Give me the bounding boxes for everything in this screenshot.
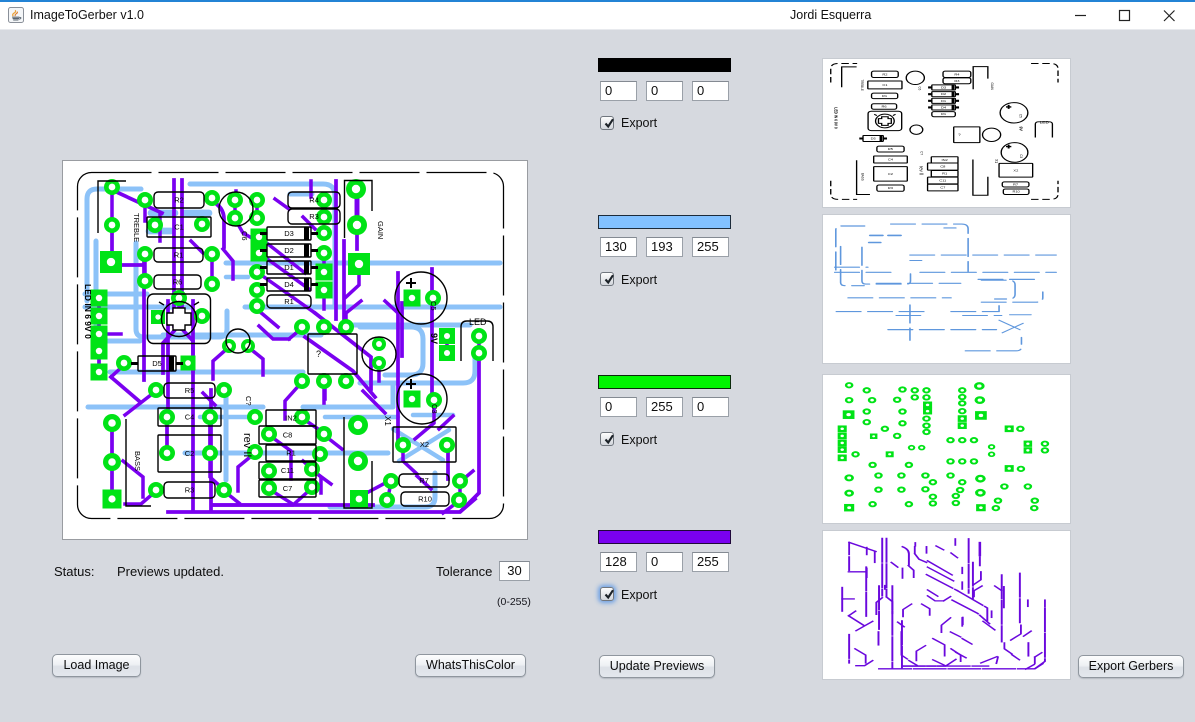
- svg-text:IN2: IN2: [942, 158, 948, 161]
- svg-text:R1: R1: [286, 449, 296, 458]
- svg-text:C3: C3: [1019, 154, 1024, 158]
- svg-text:D3: D3: [941, 86, 946, 89]
- svg-text:C?: C?: [244, 396, 253, 406]
- svg-text:R4: R4: [954, 73, 959, 76]
- svg-text:LED IN 6 9V 0: LED IN 6 9V 0: [83, 284, 93, 339]
- svg-text:X2: X2: [1013, 169, 1018, 172]
- svg-text:C8: C8: [283, 431, 293, 440]
- svg-text:D1: D1: [284, 263, 294, 272]
- svg-text:C5: C5: [429, 301, 438, 311]
- svg-text:C6: C6: [917, 86, 922, 90]
- svg-text:D2: D2: [941, 93, 946, 96]
- svg-text:GAIN: GAIN: [376, 221, 385, 239]
- svg-text:C8: C8: [940, 165, 945, 168]
- svg-text:BASS: BASS: [860, 173, 865, 181]
- svg-text:D2: D2: [284, 246, 294, 255]
- svg-text:rev II: rev II: [917, 166, 924, 176]
- svg-text:R5: R5: [185, 386, 195, 395]
- svg-text:D4: D4: [284, 280, 294, 289]
- svg-text:X1: X1: [383, 416, 392, 426]
- svg-text:R1: R1: [941, 113, 946, 116]
- svg-text:R3: R3: [309, 212, 319, 221]
- svg-text:R1: R1: [174, 251, 184, 260]
- svg-text:R4: R4: [309, 196, 319, 205]
- svg-text:R1: R1: [942, 172, 947, 175]
- svg-text:9V: 9V: [1018, 127, 1024, 131]
- svg-text:C3: C3: [430, 404, 439, 414]
- svg-text:D1: D1: [941, 99, 946, 102]
- svg-text:X2: X2: [420, 440, 429, 449]
- svg-text:GAIN: GAIN: [990, 83, 995, 91]
- svg-text:R3: R3: [185, 486, 195, 495]
- svg-text:R7: R7: [419, 476, 429, 485]
- svg-text:C7: C7: [940, 186, 945, 189]
- svg-text:C7: C7: [283, 484, 293, 493]
- svg-text:C1: C1: [882, 83, 887, 86]
- svg-text:BASS: BASS: [133, 451, 142, 471]
- svg-text:D3: D3: [284, 229, 294, 238]
- svg-text:X1: X1: [994, 159, 999, 163]
- svg-text:C2: C2: [185, 449, 195, 458]
- svg-text:C1: C1: [174, 223, 184, 232]
- svg-text:9V: 9V: [429, 333, 439, 344]
- svg-text:R3: R3: [888, 187, 893, 190]
- svg-text:?: ?: [316, 349, 321, 359]
- svg-text:R1: R1: [284, 297, 294, 306]
- svg-text:C4: C4: [888, 158, 893, 161]
- svg-text:rev II: rev II: [241, 433, 253, 457]
- svg-text:IN2: IN2: [285, 414, 297, 423]
- svg-text:C?: C?: [919, 151, 924, 155]
- svg-text:R6: R6: [173, 278, 183, 287]
- svg-text:LED IN 6 9V 0: LED IN 6 9V 0: [834, 107, 840, 129]
- svg-text:D4: D4: [941, 106, 946, 109]
- svg-text:D5: D5: [871, 137, 876, 140]
- svg-text:R10: R10: [1012, 190, 1019, 193]
- svg-text:TREBLE: TREBLE: [132, 213, 141, 242]
- svg-text:LED: LED: [1040, 120, 1049, 124]
- svg-text:R6: R6: [882, 105, 887, 108]
- svg-text:C11: C11: [939, 179, 946, 182]
- svg-text:C11: C11: [281, 466, 294, 475]
- svg-text:D5: D5: [152, 359, 162, 368]
- svg-text:R5: R5: [888, 148, 893, 151]
- svg-text:R2: R2: [882, 73, 887, 76]
- svg-text:TREBLE: TREBLE: [860, 79, 865, 91]
- svg-text:C4: C4: [185, 413, 195, 422]
- svg-text:R10: R10: [418, 495, 432, 504]
- svg-text:R1: R1: [882, 94, 887, 97]
- svg-text:C2: C2: [888, 172, 893, 175]
- svg-text:?: ?: [958, 133, 961, 137]
- svg-text:C6: C6: [240, 231, 249, 241]
- svg-text:R7: R7: [1013, 183, 1018, 186]
- svg-text:LED: LED: [469, 317, 487, 327]
- svg-text:C5: C5: [1018, 114, 1023, 118]
- svg-text:R2: R2: [174, 196, 184, 205]
- svg-text:R3: R3: [954, 79, 959, 82]
